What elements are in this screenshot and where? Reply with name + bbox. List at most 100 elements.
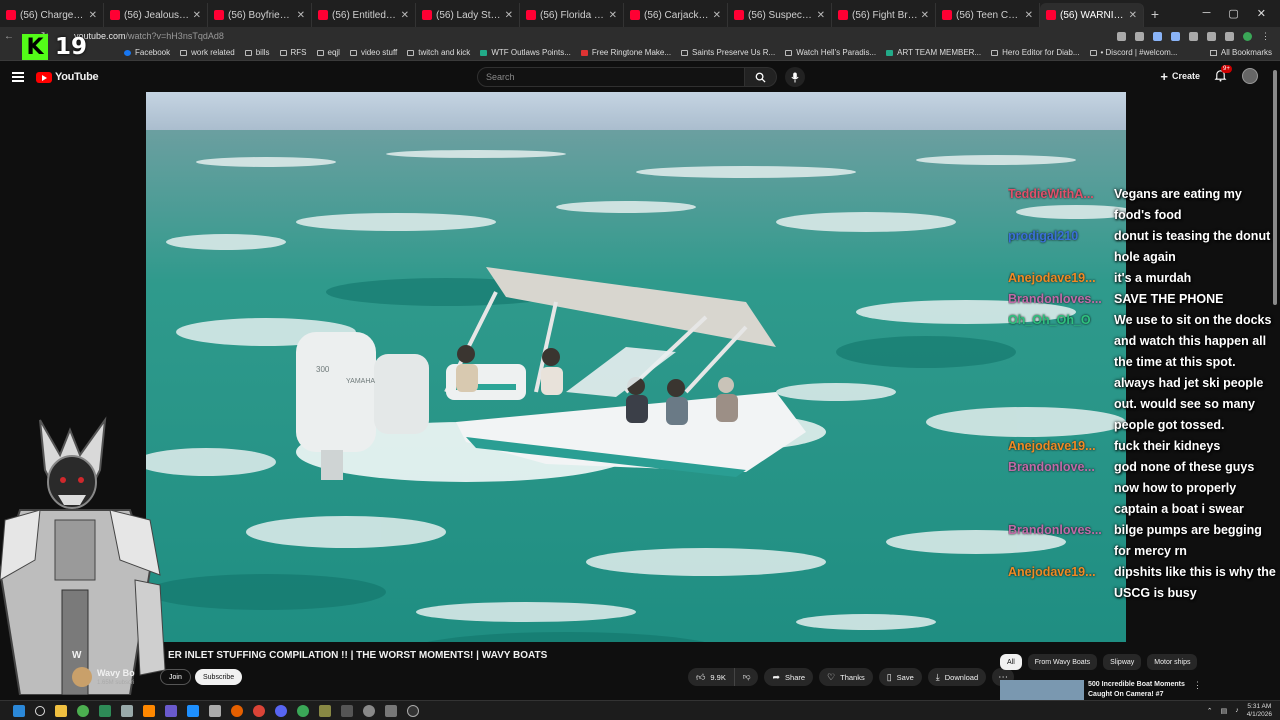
join-button[interactable]: Join (160, 669, 191, 685)
file-explorer-icon[interactable] (55, 704, 67, 717)
network-icon[interactable]: ▤ (1221, 707, 1228, 715)
tab-close-icon[interactable]: ✕ (505, 10, 513, 21)
tab-close-icon[interactable]: ✕ (193, 10, 201, 21)
browser-tab[interactable]: (56) Teen Calmly Calls 911✕ (936, 3, 1040, 27)
tab-close-icon[interactable]: ✕ (713, 10, 721, 21)
sidebar-icon[interactable] (1225, 31, 1234, 41)
install-app-icon[interactable] (1117, 31, 1126, 41)
volume-icon[interactable]: ♪ (1235, 707, 1239, 714)
maximize-icon[interactable]: ▢ (1228, 7, 1238, 20)
vlc-app-icon[interactable] (143, 704, 155, 717)
taskbar-search-icon[interactable] (35, 705, 45, 716)
video-player[interactable]: 300 YAMAHA (146, 92, 1126, 642)
extension-icon[interactable] (1153, 31, 1162, 41)
bookmark-item[interactable]: Hero Editor for Diab... (991, 48, 1080, 57)
bookmark-item[interactable]: bills (244, 48, 270, 57)
browser-tab[interactable]: (56) Charger RT F**S UP✕ (0, 3, 104, 27)
firefox-app-icon[interactable] (231, 704, 243, 717)
start-menu-icon[interactable] (13, 704, 25, 717)
browser-tab[interactable]: (56) Suspect Runs After T✕ (728, 3, 832, 27)
star-icon[interactable] (1135, 31, 1144, 41)
bookmark-item[interactable]: video stuff (349, 48, 397, 57)
app-icon[interactable] (385, 704, 397, 717)
filter-chip[interactable]: All (1000, 654, 1022, 670)
filter-chip[interactable]: From Wavy Boats (1027, 654, 1098, 670)
chrome-app-icon[interactable] (77, 704, 89, 717)
tab-close-icon[interactable]: ✕ (401, 10, 409, 21)
browser-app-icon[interactable] (297, 704, 309, 717)
browser-tab[interactable]: (56) Jealous Ex Tracks Hi✕ (104, 3, 208, 27)
tab-close-icon[interactable]: ✕ (609, 10, 617, 21)
all-bookmarks[interactable]: All Bookmarks (1209, 48, 1272, 57)
thanks-button[interactable]: ♡ Thanks (819, 668, 873, 686)
recommendation-menu-icon[interactable]: ⋮ (1193, 680, 1202, 691)
extensions-puzzle-icon[interactable] (1189, 31, 1198, 41)
new-tab-button[interactable]: + (1144, 6, 1166, 22)
tab-close-icon[interactable]: ✕ (1025, 10, 1033, 21)
tab-close-icon[interactable]: ✕ (921, 10, 929, 21)
tab-close-icon[interactable]: ✕ (297, 10, 305, 21)
address-bar[interactable]: youtube.com/watch?v=hH3nsTqdAd8 (74, 31, 224, 41)
app-icon[interactable] (187, 704, 199, 717)
menu-icon[interactable] (12, 72, 24, 82)
app-icon[interactable] (209, 704, 221, 717)
xbox-app-icon[interactable] (99, 704, 111, 717)
bookmark-item[interactable]: ART TEAM MEMBER... (886, 48, 981, 57)
bookmark-item[interactable]: eqjl (316, 48, 340, 57)
app-icon[interactable] (165, 704, 177, 717)
bookmark-item[interactable]: twitch and kick (407, 48, 470, 57)
dislike-button[interactable]: 👎︎ (733, 668, 759, 686)
browser-tab[interactable]: (56) Lady Stops Traffic to✕ (416, 3, 520, 27)
bookmark-item[interactable]: work related (180, 48, 235, 57)
create-button[interactable]: + Create (1160, 69, 1200, 84)
bookmark-item[interactable]: • Discord | #welcom... (1089, 48, 1177, 57)
app-icon[interactable] (341, 704, 353, 717)
page-scrollbar[interactable] (1273, 70, 1277, 305)
profile-avatar[interactable] (1243, 31, 1252, 41)
browser-tab[interactable]: (56) Carjacker Opens Fire✕ (624, 3, 728, 27)
account-avatar[interactable] (1242, 68, 1258, 84)
close-window-icon[interactable]: ✕ (1257, 7, 1266, 20)
search-input[interactable] (477, 67, 745, 87)
bookmark-item[interactable]: Saints Preserve Us R... (681, 48, 775, 57)
filter-chip[interactable]: Motor ships (1147, 654, 1198, 670)
subscribe-button[interactable]: Subscribe (195, 669, 243, 685)
bookmark-item[interactable]: RFS (279, 48, 307, 57)
channel-avatar[interactable] (72, 667, 92, 687)
browser-tab[interactable]: (56) Fight Breaks Out in✕ (832, 3, 936, 27)
bookmark-item[interactable]: WTF Outlaws Points... (480, 48, 571, 57)
bookmark-item[interactable]: Free Ringtone Make... (580, 48, 671, 57)
recommendation-thumbnail[interactable] (1000, 680, 1084, 700)
like-button[interactable]: 👍︎ 9.9K (688, 668, 734, 686)
bookmark-item[interactable]: Facebook (124, 48, 170, 57)
browser-tab[interactable]: (56) Boyfriend Loses It At✕ (208, 3, 312, 27)
menu-dots-icon[interactable]: ⋮ (1261, 31, 1270, 42)
channel-name[interactable]: Wavy Bo (97, 668, 135, 678)
back-icon[interactable]: ← (0, 31, 18, 42)
filter-chip[interactable]: Slipway (1103, 654, 1142, 670)
system-clock[interactable]: 5:31 AM 4/1/2026 (1247, 703, 1272, 719)
share-button[interactable]: ➦ Share (764, 668, 814, 686)
search-button[interactable] (745, 67, 777, 87)
download-button[interactable]: ⤓ Download (927, 668, 987, 686)
extension-icon[interactable] (1171, 31, 1180, 41)
browser-tab[interactable]: (56) Florida Man Threate✕ (520, 3, 624, 27)
tab-close-icon[interactable]: ✕ (817, 10, 825, 21)
app-icon[interactable] (121, 704, 133, 717)
youtube-logo[interactable]: YouTube (36, 71, 99, 83)
browser-app-icon[interactable] (253, 704, 265, 717)
browser-tab[interactable]: (56) WARNING: HAU✕ (1040, 3, 1144, 27)
downloads-icon[interactable] (1207, 31, 1216, 41)
tab-close-icon[interactable]: ✕ (89, 10, 97, 21)
browser-tab[interactable]: (56) Entitled Karen Goes✕ (312, 3, 416, 27)
settings-app-icon[interactable] (363, 704, 375, 717)
minimize-icon[interactable]: ─ (1203, 7, 1211, 20)
voice-search-button[interactable] (785, 67, 805, 87)
tray-chevron-icon[interactable]: ⌃ (1207, 707, 1213, 715)
tab-close-icon[interactable]: ✕ (1129, 10, 1137, 21)
obs-app-icon[interactable] (407, 704, 419, 717)
discord-app-icon[interactable] (275, 704, 287, 717)
app-icon[interactable] (319, 704, 331, 717)
recommendation-title[interactable]: 500 Incredible Boat Moments Caught On Ca… (1088, 680, 1188, 700)
save-button[interactable]: ▯ Save (878, 668, 922, 686)
